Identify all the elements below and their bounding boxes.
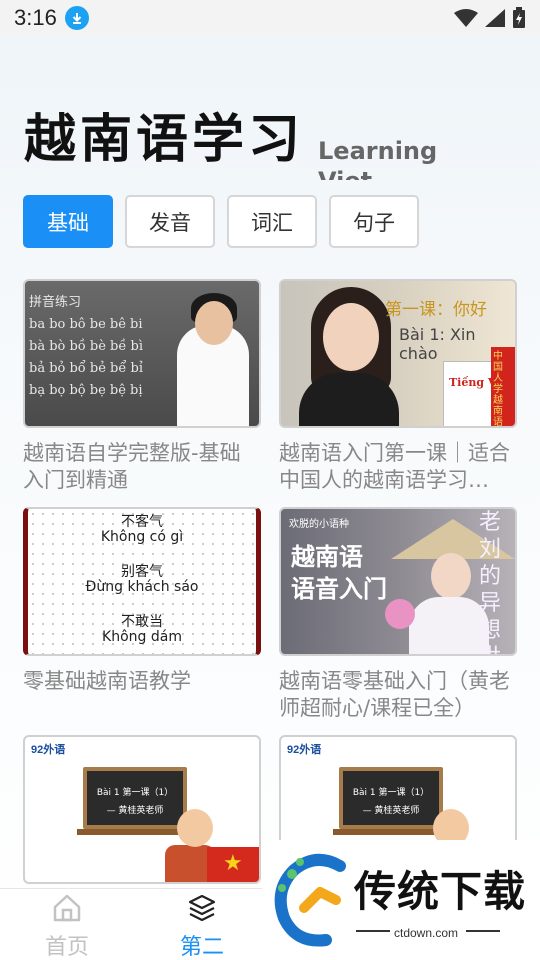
watermark-line-right: [466, 930, 500, 932]
thumb-text: Không có gì: [100, 529, 184, 545]
layers-icon: [188, 894, 216, 922]
nav-second[interactable]: 第二: [157, 889, 247, 960]
status-time: 3:16: [14, 5, 57, 30]
thumb-text: 别客气: [121, 564, 163, 580]
blackboard: Bài 1 第一课（1） — 黄桂英老师: [339, 767, 443, 829]
watermark: 传统下载 ctdown.com: [262, 840, 540, 960]
thumb-text: bà bò bồ bè bề bì: [29, 339, 143, 354]
course-card[interactable]: 拼音练习 ba bo bô be bê bi bà bò bồ bè bề bì…: [23, 279, 261, 494]
thumb-vertical-text: 老刘的异想世界: [479, 510, 502, 654]
lotus-flower: [385, 599, 415, 629]
course-thumbnail[interactable]: 不客气 Không có gì 别客气 Đừng khách sáo 不敢当 K…: [23, 507, 261, 656]
tab-pronunciation[interactable]: 发音: [125, 195, 215, 248]
course-title[interactable]: 越南语零基础入门（黄老师超耐心/课程已全）: [279, 668, 517, 722]
signal-icon: [485, 9, 505, 27]
ao-dai-dress: [409, 597, 489, 654]
thumb-big-text: 语音入门: [291, 575, 387, 603]
wifi-icon: [454, 9, 478, 27]
thumb-text: Đừng khách sáo: [85, 579, 199, 595]
board-text: Bài 1 第一课（1）: [352, 788, 430, 798]
status-bar: 3:16: [0, 0, 540, 36]
course-title[interactable]: 零基础越南语教学: [23, 668, 261, 722]
board-text: — 黄桂英老师: [362, 806, 420, 816]
thumb-text: bả bỏ bổ bẻ bể bỉ: [29, 361, 143, 376]
nav-home[interactable]: 首页: [22, 889, 112, 960]
tab-basics[interactable]: 基础: [23, 195, 113, 248]
book-cover: [443, 361, 495, 426]
thumb-text: Không dám: [102, 629, 182, 645]
course-title[interactable]: 越南语自学完整版-基础入门到精通: [23, 440, 261, 494]
thumb-text: 不客气: [121, 514, 163, 530]
thumb-text: ba bo bô be bê bi: [29, 317, 143, 332]
thumb-text: bạ bọ bộ bẹ bệ bị: [29, 383, 143, 398]
watermark-brand: 传统下载: [354, 867, 527, 916]
instructor-body: [299, 373, 399, 426]
model-face: [431, 553, 471, 599]
thumb-lesson-cn: 第一课：你好: [385, 300, 487, 320]
page-title: 越南语学习: [24, 109, 305, 170]
watermark-url: ctdown.com: [394, 926, 459, 940]
thumb-text: 不敢当: [121, 614, 163, 630]
status-icons: [454, 7, 526, 29]
tab-vocabulary[interactable]: 词汇: [227, 195, 317, 248]
nav-second-label: 第二: [179, 935, 224, 960]
course-thumbnail[interactable]: 欢脱的小语种 越南语 语音入门 老刘的异想世界: [279, 507, 517, 656]
course-card[interactable]: 欢脱的小语种 越南语 语音入门 老刘的异想世界 越南语零基础入门（黄老师超耐心/…: [279, 507, 517, 722]
brand-logo: 92外语: [287, 744, 322, 756]
course-thumbnail[interactable]: 第一课：你好 Bài 1: Xin chào Tiếng Việt 中国人学越南…: [279, 279, 517, 428]
teacher-head: [195, 301, 233, 345]
battery-charging-icon: [513, 7, 525, 28]
watermark-logo-icon: [274, 854, 346, 947]
instructor-face: [323, 303, 379, 371]
thumb-big-text: 越南语: [291, 543, 363, 571]
page-subtitle: Learning Viet: [318, 137, 438, 180]
category-tabs: 基础 发音 词汇 句子: [23, 195, 419, 248]
brand-logo: 92外语: [31, 744, 66, 756]
course-card[interactable]: 第一课：你好 Bài 1: Xin chào Tiếng Việt 中国人学越南…: [279, 279, 517, 494]
thumb-small-text: 欢脱的小语种: [289, 519, 349, 530]
download-icon: [64, 6, 89, 30]
book-spine-text: 中国人学越南语: [493, 351, 503, 428]
cartoon-teacher-head: [177, 809, 213, 847]
board-text: — 黄桂英老师: [106, 806, 164, 816]
course-card[interactable]: 不客气 Không có gì 别客气 Đừng khách sáo 不敢当 K…: [23, 507, 261, 722]
blackboard: Bài 1 第一课（1） — 黄桂英老师: [83, 767, 187, 829]
page-header: 越南语学习 Learning Viet: [24, 108, 524, 180]
course-title[interactable]: 越南语入门第一课｜适合中国人的越南语学习…: [279, 440, 517, 494]
star-icon: ★: [223, 851, 243, 876]
watermark-line-left: [356, 930, 390, 932]
tab-sentences[interactable]: 句子: [329, 195, 419, 248]
course-thumbnail[interactable]: 92外语 Bài 1 第一课（1） — 黄桂英老师 ★: [23, 735, 261, 884]
nav-home-label: 首页: [44, 935, 89, 960]
board-text: Bài 1 第一课（1）: [96, 788, 174, 798]
home-icon: [53, 894, 81, 922]
course-thumbnail[interactable]: 拼音练习 ba bo bô be bê bi bà bò bồ bè bề bì…: [23, 279, 261, 428]
thumb-heading: 拼音练习: [29, 295, 82, 310]
